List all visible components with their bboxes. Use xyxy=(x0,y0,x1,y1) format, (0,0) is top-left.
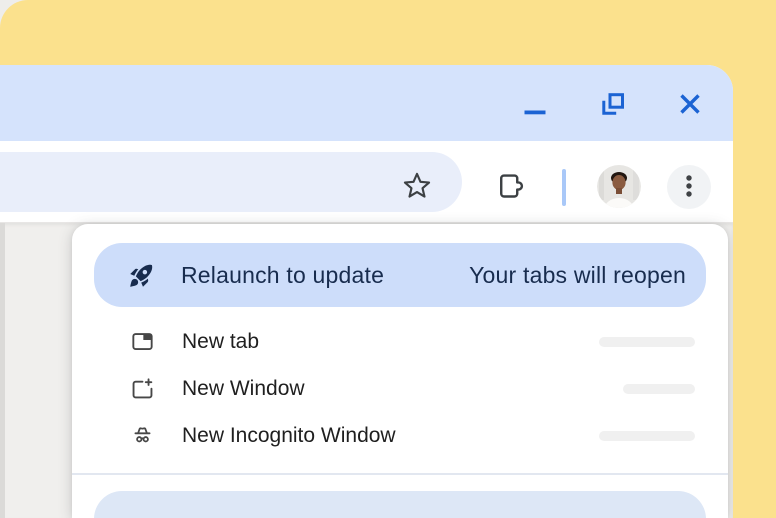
menu-item-partial[interactable] xyxy=(94,491,706,518)
window-titlebar xyxy=(0,65,733,141)
restore-button[interactable] xyxy=(599,90,627,118)
browser-window: Relaunch to update Your tabs will reopen… xyxy=(0,65,733,518)
address-bar[interactable] xyxy=(0,152,462,212)
menu-item-label: New tab xyxy=(182,330,259,354)
close-icon xyxy=(676,90,704,118)
rocket-launch-icon xyxy=(128,262,155,289)
bookmark-star-icon xyxy=(401,170,433,205)
minimize-icon xyxy=(521,90,549,118)
menu-item-new-incognito-window[interactable]: New Incognito Window xyxy=(72,412,728,459)
restore-icon xyxy=(599,90,627,118)
three-dot-menu-icon xyxy=(676,173,702,202)
shortcut-placeholder-bar xyxy=(599,337,695,347)
relaunch-label: Relaunch to update xyxy=(181,262,384,289)
extensions-button[interactable] xyxy=(489,165,533,209)
menu-item-label: New Incognito Window xyxy=(182,424,396,448)
relaunch-hint: Your tabs will reopen xyxy=(469,262,686,289)
new-window-icon xyxy=(130,376,155,401)
shortcut-placeholder-bar xyxy=(599,431,695,441)
menu-divider xyxy=(72,473,728,475)
screenshot-root: { "app": { "name": "Chrome browser updat… xyxy=(0,0,776,518)
extensions-puzzle-icon xyxy=(494,169,528,206)
menu-item-list: New tab New Window xyxy=(72,318,728,459)
close-button[interactable] xyxy=(676,90,704,118)
menu-item-label: New Window xyxy=(182,377,305,401)
browser-menu-button[interactable] xyxy=(667,165,711,209)
menu-item-relaunch-to-update[interactable]: Relaunch to update Your tabs will reopen xyxy=(94,243,706,307)
menu-item-new-window[interactable]: New Window xyxy=(72,365,728,412)
bookmark-star-button[interactable] xyxy=(395,165,439,209)
new-tab-icon xyxy=(130,329,155,354)
minimize-button[interactable] xyxy=(521,90,549,118)
toolbar-divider xyxy=(562,169,566,206)
menu-item-new-tab[interactable]: New tab xyxy=(72,318,728,365)
profile-avatar xyxy=(597,165,641,209)
profile-avatar-button[interactable] xyxy=(597,165,641,209)
shortcut-placeholder-bar xyxy=(623,384,695,394)
page-content-edge xyxy=(0,223,5,518)
browser-toolbar xyxy=(0,141,733,223)
incognito-icon xyxy=(130,423,155,448)
browser-dropdown-menu: Relaunch to update Your tabs will reopen… xyxy=(72,224,728,518)
